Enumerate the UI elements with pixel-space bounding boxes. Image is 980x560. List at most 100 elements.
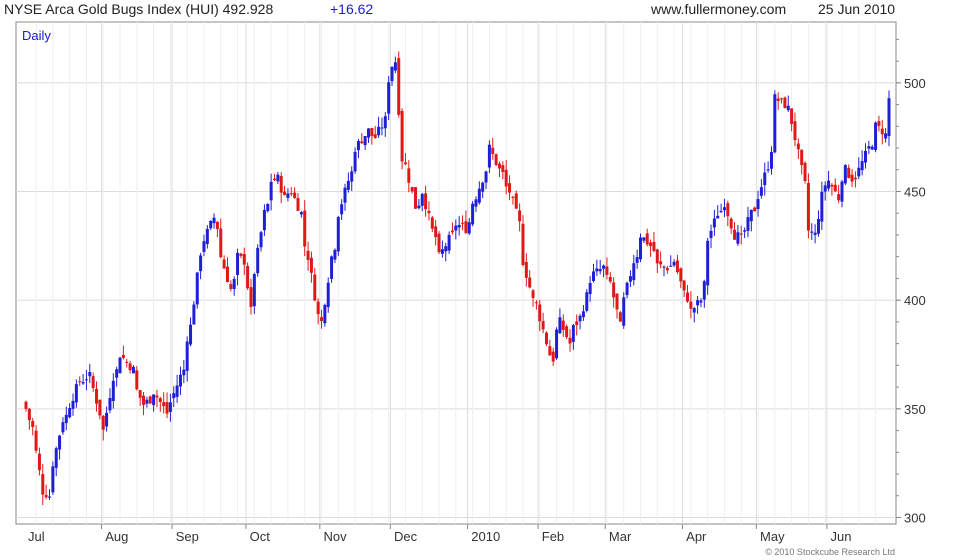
candle — [843, 163, 847, 186]
candle-body — [54, 448, 58, 468]
candle-body — [880, 128, 884, 135]
candle-body — [323, 304, 327, 324]
candle-body — [494, 154, 498, 165]
period-label: Daily — [22, 28, 51, 43]
candle-body — [115, 369, 119, 378]
candle-body — [155, 395, 159, 398]
candle-body — [383, 116, 387, 129]
candle-body — [74, 384, 78, 403]
candle-body — [424, 193, 428, 210]
candle-body — [702, 281, 706, 300]
candle-body — [88, 372, 92, 377]
candle-body — [172, 393, 176, 399]
candle-body — [504, 169, 508, 187]
candle-body — [78, 381, 82, 383]
candle-body — [659, 261, 663, 265]
candle-body — [31, 421, 35, 427]
candle-body — [229, 283, 233, 289]
candle-body — [649, 242, 653, 247]
candle-body — [652, 241, 656, 251]
candle-body — [796, 143, 800, 150]
candle — [783, 96, 787, 109]
candle-body — [639, 237, 643, 260]
candle-body — [575, 321, 579, 325]
candle-body — [417, 205, 421, 209]
candle-body — [289, 193, 293, 195]
candle-body — [205, 228, 209, 245]
x-tick-label: Aug — [105, 529, 128, 544]
candle-body — [397, 58, 401, 115]
x-tick-label: Nov — [324, 529, 348, 544]
candle-body — [863, 150, 867, 163]
candle-body — [118, 357, 122, 374]
candle-body — [444, 246, 448, 252]
candle-body — [605, 266, 609, 275]
candle-body — [58, 435, 62, 450]
candle-body — [618, 312, 622, 322]
x-tick-label: Jul — [28, 529, 45, 544]
candle-body — [857, 167, 861, 177]
candle-body — [487, 144, 491, 168]
candle-body — [430, 217, 434, 229]
candle-body — [665, 267, 669, 271]
candle-body — [837, 194, 841, 201]
candle-body — [105, 412, 109, 427]
candle-body — [320, 317, 324, 321]
candle-body — [591, 271, 595, 281]
y-tick-label: 350 — [904, 402, 926, 417]
candle-body — [632, 263, 636, 281]
candle-body — [454, 225, 458, 231]
candle-body — [645, 233, 649, 245]
candle-body — [128, 363, 132, 371]
candle-body — [669, 265, 673, 267]
candle-body — [370, 128, 374, 137]
candle-body — [508, 183, 512, 193]
candle-body — [145, 399, 149, 404]
candle-body — [813, 232, 817, 235]
candle — [387, 76, 391, 121]
candle-body — [491, 147, 495, 154]
candle-body — [296, 198, 300, 211]
candle-body — [706, 240, 710, 286]
candle-body — [410, 187, 414, 192]
candle-body — [108, 398, 112, 411]
candle-body — [299, 212, 303, 215]
candle-body — [501, 165, 505, 173]
candle-body — [689, 301, 693, 309]
candle-body — [790, 108, 794, 124]
candle-body — [48, 496, 52, 498]
candle-body — [420, 193, 424, 206]
candle-body — [692, 308, 696, 313]
candle — [397, 51, 401, 118]
candle-body — [256, 247, 260, 274]
candle-body — [467, 222, 471, 234]
candle-body — [414, 187, 418, 209]
candle-body — [511, 196, 515, 198]
candle-body — [336, 217, 340, 252]
candle-body — [884, 133, 888, 139]
candle-body — [350, 171, 354, 182]
candle-body — [373, 134, 377, 138]
candle-body — [434, 226, 438, 238]
x-tick-label: Apr — [686, 529, 707, 544]
candle-body — [756, 199, 760, 210]
candle-body — [152, 394, 156, 406]
candle-body — [786, 105, 790, 111]
candle-body — [330, 256, 334, 279]
candle-body — [625, 282, 629, 296]
candle-body — [239, 253, 243, 256]
candle-body — [225, 266, 229, 283]
candle-body — [195, 272, 199, 305]
candle-body — [202, 241, 206, 252]
candle-body — [142, 395, 146, 405]
candle — [192, 301, 196, 325]
candle-body — [481, 182, 485, 192]
candle-body — [44, 495, 48, 498]
candle-body — [840, 181, 844, 202]
candle-body — [135, 370, 139, 390]
candle — [773, 90, 777, 154]
candle — [555, 327, 559, 360]
candle-body — [719, 210, 723, 213]
candle-body — [561, 320, 565, 330]
candle-body — [148, 396, 152, 404]
